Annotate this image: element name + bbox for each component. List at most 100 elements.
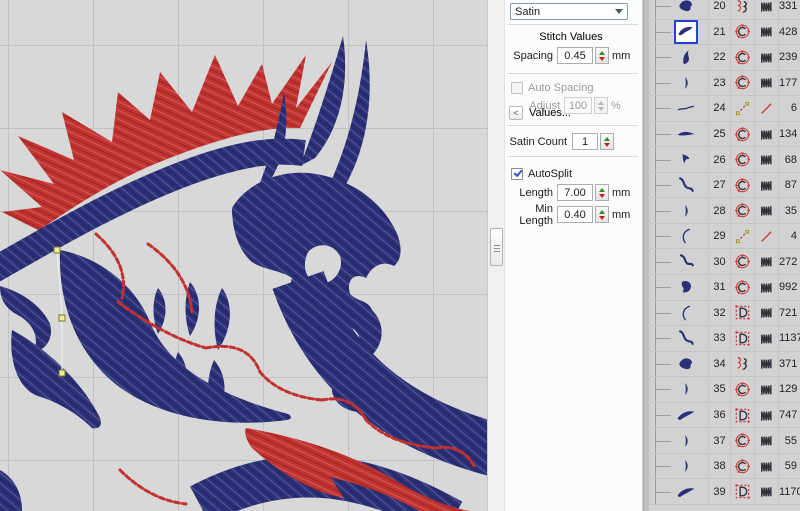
stitch-type-icon: [754, 173, 778, 198]
object-thumbnail[interactable]: [674, 199, 698, 223]
object-thumbnail[interactable]: [674, 352, 698, 376]
step-up-icon: [599, 210, 605, 214]
stitch-type-icon: [754, 352, 778, 377]
object-number: 27: [708, 173, 730, 198]
grip-icon: [494, 251, 500, 252]
object-row[interactable]: 32 721: [650, 301, 800, 327]
adjust-stepper[interactable]: [594, 97, 608, 114]
stitch-count: 6: [778, 96, 800, 121]
object-number: 35: [708, 377, 730, 402]
design-canvas[interactable]: [0, 0, 487, 511]
object-order-list[interactable]: 20 331 21 428 22: [643, 0, 800, 511]
object-number: 31: [708, 275, 730, 300]
step-up-icon: [599, 51, 605, 55]
object-thumbnail[interactable]: [674, 377, 698, 401]
object-row[interactable]: 35 129: [650, 377, 800, 403]
stitch-count: 428: [778, 20, 800, 45]
step-down-icon: [599, 216, 605, 220]
object-thumbnail[interactable]: [674, 173, 698, 197]
object-thumbnail[interactable]: [674, 326, 698, 350]
object-row[interactable]: 29 4: [650, 224, 800, 250]
selection-handle[interactable]: [59, 370, 65, 376]
values-expander-button[interactable]: <: [509, 106, 523, 120]
object-row[interactable]: 24 6: [650, 96, 800, 122]
sequence-connector: [650, 122, 664, 147]
stitch-count: 1170: [778, 479, 800, 504]
dragon-body-arc: [298, 280, 487, 450]
object-row[interactable]: 27 87: [650, 173, 800, 199]
object-number: 21: [708, 20, 730, 45]
min-length-label: Min Length: [505, 203, 553, 227]
object-row[interactable]: 34 371: [650, 352, 800, 378]
auto-spacing-checkbox[interactable]: [511, 82, 523, 94]
dragon-talon: [0, 470, 22, 511]
object-number: 36: [708, 403, 730, 428]
stitch-type-icon: [754, 71, 778, 96]
object-number: 20: [708, 0, 730, 19]
object-thumbnail[interactable]: [674, 96, 698, 120]
stitch-type-icon: [754, 301, 778, 326]
object-row[interactable]: 22 239: [650, 45, 800, 71]
object-thumbnail[interactable]: [674, 71, 698, 95]
object-thumbnail[interactable]: [674, 480, 698, 504]
selection-handle[interactable]: [59, 315, 65, 321]
object-row[interactable]: 28 35: [650, 198, 800, 224]
values-button-label[interactable]: Values...: [529, 107, 571, 119]
object-thumbnail[interactable]: [674, 224, 698, 248]
object-row[interactable]: 31 992: [650, 275, 800, 301]
object-row[interactable]: 37 55: [650, 428, 800, 454]
pane-splitter[interactable]: [487, 0, 505, 511]
sequence-connector: [650, 377, 664, 402]
selection-handle[interactable]: [54, 247, 60, 253]
stitch-count: 177: [778, 71, 800, 96]
sequence-connector: [650, 403, 664, 428]
object-number: 23: [708, 71, 730, 96]
object-type-value: Satin: [515, 6, 540, 18]
object-thumbnail[interactable]: [674, 250, 698, 274]
spacing-stepper[interactable]: [595, 47, 609, 64]
spacing-input[interactable]: [557, 47, 593, 64]
object-thumbnail[interactable]: [674, 122, 698, 146]
belly-rib-stitch: [120, 470, 186, 504]
min-length-input[interactable]: [557, 206, 593, 223]
object-thumbnail[interactable]: [674, 429, 698, 453]
object-thumbnail[interactable]: [674, 0, 698, 18]
object-thumbnail[interactable]: [674, 301, 698, 325]
object-thumbnail[interactable]: [674, 148, 698, 172]
object-row[interactable]: 25 134: [650, 122, 800, 148]
object-row[interactable]: 21 428: [650, 20, 800, 46]
object-number: 24: [708, 96, 730, 121]
autosplit-checkbox[interactable]: [511, 168, 523, 180]
object-number: 37: [708, 428, 730, 453]
object-row[interactable]: 33 1137: [650, 326, 800, 352]
length-input[interactable]: [557, 184, 593, 201]
object-thumbnail[interactable]: [674, 20, 698, 44]
sequence-connector: [650, 224, 664, 249]
satin-count-input[interactable]: [572, 133, 598, 150]
object-row[interactable]: 36 747: [650, 403, 800, 429]
object-thumbnail[interactable]: [674, 454, 698, 478]
object-row[interactable]: 38 59: [650, 454, 800, 480]
stitch-type-icon: [754, 224, 778, 249]
auto-spacing-label: Auto Spacing: [528, 82, 593, 94]
min-length-stepper[interactable]: [595, 206, 609, 223]
object-type-dropdown[interactable]: Satin: [510, 3, 628, 20]
object-thumbnail[interactable]: [674, 275, 698, 299]
length-stepper[interactable]: [595, 184, 609, 201]
spacing-label: Spacing: [505, 50, 553, 62]
object-row[interactable]: 20 331: [650, 0, 800, 20]
satin-count-stepper[interactable]: [600, 133, 614, 150]
object-row[interactable]: 39 1170: [650, 479, 800, 505]
object-thumbnail[interactable]: [674, 403, 698, 427]
object-number: 30: [708, 249, 730, 274]
object-type-icon: [730, 20, 754, 45]
object-type-icon: [730, 122, 754, 147]
object-row[interactable]: 23 177: [650, 71, 800, 97]
splitter-handle[interactable]: [490, 228, 503, 266]
stitch-type-icon: [754, 428, 778, 453]
object-row[interactable]: 30 272: [650, 249, 800, 275]
object-thumbnail[interactable]: [674, 45, 698, 69]
sequence-connector: [650, 301, 664, 326]
object-row[interactable]: 26 68: [650, 147, 800, 173]
stitch-type-icon: [754, 198, 778, 223]
